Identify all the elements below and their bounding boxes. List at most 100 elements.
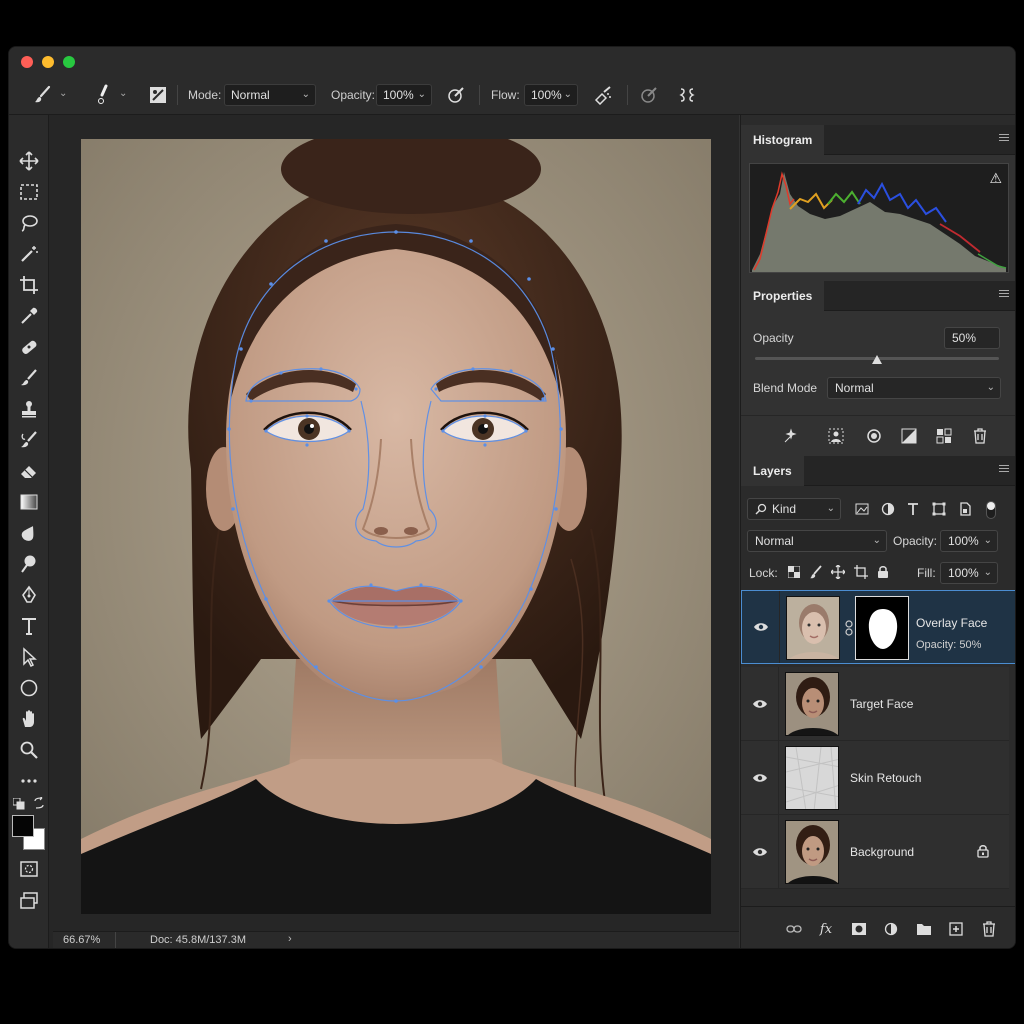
filter-toggle[interactable] xyxy=(986,501,996,519)
properties-opacity-field[interactable]: 50% xyxy=(944,327,1000,349)
layer-row-background[interactable]: Background xyxy=(741,815,1009,889)
layer-style-fx-icon[interactable]: fx xyxy=(817,920,835,938)
add-mask-icon[interactable] xyxy=(850,920,868,938)
mode-label: Mode: xyxy=(188,88,222,102)
zoom-level[interactable]: 66.67% xyxy=(63,934,100,946)
close-window-button[interactable] xyxy=(21,56,33,68)
eye-icon[interactable] xyxy=(742,591,780,663)
filter-shape-icon[interactable] xyxy=(930,500,948,518)
chevron-down-icon: ⌄ xyxy=(983,535,992,546)
lock-transparent-icon[interactable] xyxy=(785,563,803,581)
quick-mask-icon[interactable] xyxy=(17,857,41,881)
symmetry-icon[interactable] xyxy=(675,83,699,107)
swap-colors-icon[interactable] xyxy=(33,795,45,809)
brush-size-chevron-icon[interactable]: ⌄ xyxy=(119,88,127,99)
crop-tool-icon[interactable] xyxy=(17,273,41,297)
layer-row-overlay-face[interactable]: Overlay Face Opacity: 50% xyxy=(741,590,1015,664)
lock-all-icon[interactable] xyxy=(874,563,892,581)
magic-wand-icon[interactable] xyxy=(17,242,41,266)
brush-preset-icon[interactable] xyxy=(31,83,55,107)
pressure-opacity-icon[interactable] xyxy=(444,83,468,107)
zoom-window-button[interactable] xyxy=(63,56,75,68)
refine-edge-icon[interactable] xyxy=(865,427,883,445)
healing-brush-icon[interactable] xyxy=(17,335,41,359)
foreground-color-swatch[interactable] xyxy=(12,815,34,837)
select-subject-icon[interactable] xyxy=(827,427,845,445)
flow-field[interactable]: 100% ⌄ xyxy=(524,84,578,106)
tab-properties[interactable]: Properties xyxy=(741,281,825,311)
move-tool-icon[interactable] xyxy=(17,149,41,173)
layer-row-skin-retouch[interactable]: Skin Retouch xyxy=(741,741,1009,815)
filter-type-icon[interactable] xyxy=(904,500,922,518)
layer-thumbnail xyxy=(785,672,839,736)
pen-tool-icon[interactable] xyxy=(17,583,41,607)
eye-icon[interactable] xyxy=(741,741,779,814)
default-colors-icon[interactable] xyxy=(12,797,25,810)
layer-mask-thumbnail[interactable] xyxy=(855,596,909,660)
adjustment-layer-icon[interactable] xyxy=(882,920,900,938)
new-group-icon[interactable] xyxy=(915,920,933,938)
ellipse-tool-icon[interactable] xyxy=(17,676,41,700)
smoothing-icon[interactable] xyxy=(637,83,661,107)
type-tool-icon[interactable] xyxy=(17,614,41,638)
photoshop-window: ⌄ ⌄ Mode: Normal ⌄ Opacity: 100% ⌄ Flow:… xyxy=(8,46,1016,949)
layer-blend-dropdown[interactable]: Normal ⌄ xyxy=(747,530,887,552)
link-icon[interactable] xyxy=(845,620,853,639)
properties-menu-icon[interactable] xyxy=(999,290,1009,300)
layer-row-target-face[interactable]: Target Face xyxy=(741,667,1009,741)
brush-settings-icon[interactable] xyxy=(146,83,170,107)
lock-pixels-icon[interactable] xyxy=(807,563,825,581)
link-layers-icon[interactable] xyxy=(785,920,803,938)
invert-mask-icon[interactable] xyxy=(900,427,918,445)
brush-size-icon[interactable] xyxy=(91,83,115,107)
properties-tab-row: Properties xyxy=(741,281,1015,311)
path-selection-icon[interactable] xyxy=(17,645,41,669)
lasso-tool-icon[interactable] xyxy=(17,211,41,235)
brush-preset-chevron-icon[interactable]: ⌄ xyxy=(59,88,67,99)
apply-mask-icon[interactable] xyxy=(935,427,953,445)
mode-dropdown[interactable]: Normal ⌄ xyxy=(224,84,316,106)
eye-icon[interactable] xyxy=(741,667,779,740)
zoom-tool-icon[interactable] xyxy=(17,738,41,762)
eye-icon[interactable] xyxy=(741,815,779,888)
filter-adjustment-icon[interactable] xyxy=(879,500,897,518)
airbrush-icon[interactable] xyxy=(591,83,615,107)
status-menu-icon[interactable]: › xyxy=(288,933,292,945)
brush-tool-icon[interactable] xyxy=(17,366,41,390)
mask-adjust-icon[interactable] xyxy=(782,427,800,445)
kind-filter-dropdown[interactable]: Kind ⌄ xyxy=(747,498,841,520)
warning-icon[interactable]: ⚠ xyxy=(989,170,1002,187)
lock-position-icon[interactable] xyxy=(829,563,847,581)
new-layer-icon[interactable] xyxy=(947,920,965,938)
layers-menu-icon[interactable] xyxy=(999,465,1009,475)
eyedropper-icon[interactable] xyxy=(17,304,41,328)
dodge-tool-icon[interactable] xyxy=(17,552,41,576)
histogram-menu-icon[interactable] xyxy=(999,134,1009,144)
eraser-icon[interactable] xyxy=(17,459,41,483)
gradient-tool-icon[interactable] xyxy=(17,490,41,514)
more-tools-icon[interactable] xyxy=(17,769,41,793)
layer-thumbnail xyxy=(786,596,840,660)
history-brush-icon[interactable] xyxy=(17,428,41,452)
opacity-slider-thumb[interactable] xyxy=(872,355,882,364)
layers-tab-row: Layers xyxy=(741,456,1015,486)
document-area xyxy=(49,115,739,948)
marquee-tool-icon[interactable] xyxy=(17,180,41,204)
filter-smart-object-icon[interactable] xyxy=(956,500,974,518)
lock-artboard-icon[interactable] xyxy=(852,563,870,581)
tab-histogram[interactable]: Histogram xyxy=(741,125,825,155)
layer-fill-field[interactable]: 100% ⌄ xyxy=(940,562,998,584)
delete-layer-icon[interactable] xyxy=(980,920,998,938)
filter-pixel-icon[interactable] xyxy=(853,500,871,518)
minimize-window-button[interactable] xyxy=(42,56,54,68)
clone-stamp-icon[interactable] xyxy=(17,397,41,421)
layer-opacity-field[interactable]: 100% ⌄ xyxy=(940,530,998,552)
screen-mode-icon[interactable] xyxy=(17,889,41,913)
delete-mask-icon[interactable] xyxy=(971,427,989,445)
blend-mode-dropdown[interactable]: Normal ⌄ xyxy=(827,377,1001,399)
opacity-field[interactable]: 100% ⌄ xyxy=(376,84,432,106)
photo-canvas[interactable] xyxy=(81,139,711,914)
tab-layers[interactable]: Layers xyxy=(741,456,804,486)
hand-tool-icon[interactable] xyxy=(17,707,41,731)
blur-tool-icon[interactable] xyxy=(17,521,41,545)
